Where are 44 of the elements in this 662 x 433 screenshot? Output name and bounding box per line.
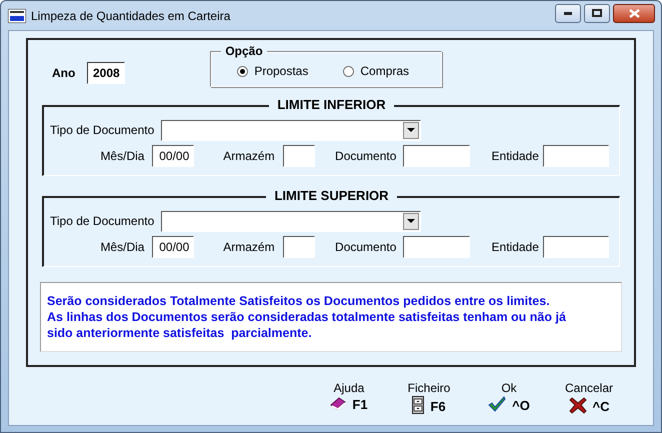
toolbar-button[interactable]: Ficheiro F6 (394, 381, 464, 417)
year-field[interactable]: 2008 (87, 62, 126, 84)
group-title: LIMITE SUPERIOR (266, 188, 397, 203)
field-label: Mês/Dia (99, 149, 144, 163)
checkmark-icon (488, 396, 506, 412)
toolbar-button[interactable]: Cancelar ^C (554, 381, 624, 417)
month-day-field[interactable]: 00/00 (152, 236, 194, 258)
cross-icon (568, 396, 586, 414)
radio-button[interactable]: Propostas (237, 64, 308, 78)
group-title: LIMITE INFERIOR (269, 97, 394, 112)
toolbar-button[interactable]: Ok ^O (474, 381, 544, 415)
document-field[interactable] (403, 236, 470, 258)
file-cabinet-icon (412, 396, 424, 414)
field-label: Entidade (492, 149, 539, 163)
book-icon (330, 396, 346, 410)
close-button[interactable] (613, 4, 655, 22)
maximize-button[interactable] (584, 4, 610, 22)
warehouse-field[interactable] (282, 236, 316, 258)
entity-field[interactable] (542, 236, 609, 258)
app-icon (8, 8, 26, 22)
field-label: Mês/Dia (99, 240, 144, 254)
field-label: Entidade (492, 240, 539, 254)
field-label: Tipo de Documento (50, 123, 154, 137)
toolbar-button[interactable]: Ajuda F1 (314, 381, 384, 413)
entity-field[interactable] (542, 145, 609, 167)
window-title: Limpeza de Quantidades em Carteira (31, 8, 232, 22)
document-type-dropdown[interactable] (161, 210, 422, 232)
month-day-field[interactable]: 00/00 (152, 145, 194, 167)
group-title: Opção (221, 44, 267, 58)
document-field[interactable] (403, 145, 470, 167)
field-label: Tipo de Documento (50, 214, 154, 228)
document-type-dropdown[interactable] (161, 120, 422, 140)
field-label: Armazém (223, 240, 275, 254)
field-label: Documento (335, 240, 396, 254)
field-label: Documento (335, 149, 396, 163)
year-label: Ano (52, 66, 76, 80)
warehouse-field[interactable] (282, 145, 316, 167)
minimize-button[interactable] (555, 4, 581, 22)
close-icon[interactable] (628, 8, 640, 18)
info-message: Serão considerados Totalmente Satisfeitos os Documentos pedidos entre os limites. As linhas dos Documentos serão consideradas totalmente satisfeitas tenham ou não já sido anteriormente satisfeitas parcialmente. (40, 282, 622, 352)
radio-button[interactable]: Compras (343, 64, 410, 78)
field-label: Armazém (223, 149, 275, 163)
minimize-icon[interactable] (564, 12, 572, 14)
maximize-icon[interactable] (592, 9, 602, 17)
